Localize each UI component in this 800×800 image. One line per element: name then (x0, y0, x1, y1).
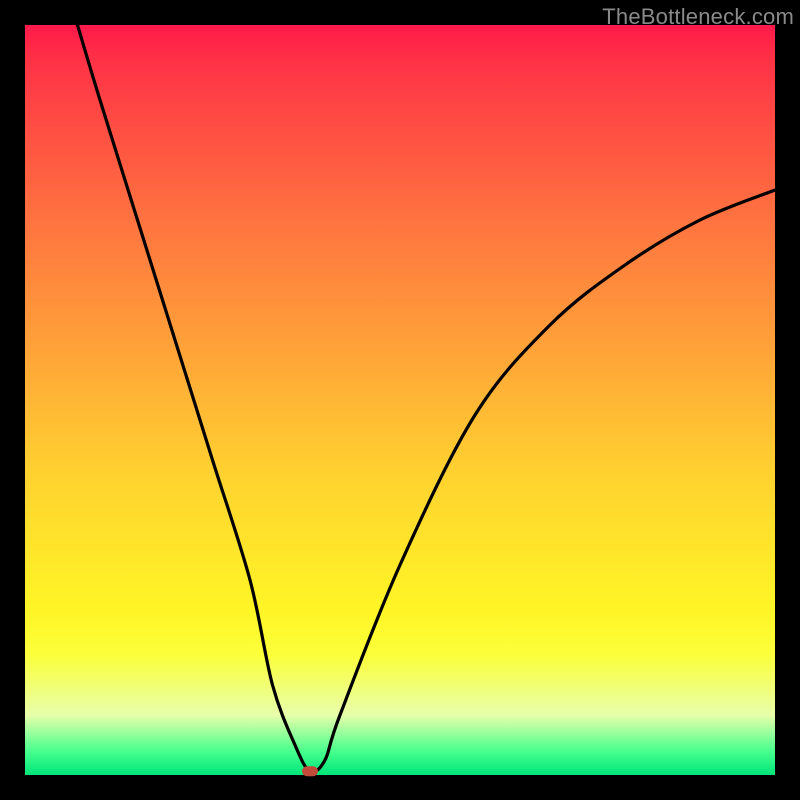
plot-area (25, 25, 775, 775)
bottleneck-curve-path (78, 25, 776, 772)
chart-container: TheBottleneck.com (0, 0, 800, 800)
curve-svg (25, 25, 775, 775)
optimum-marker (302, 766, 318, 776)
